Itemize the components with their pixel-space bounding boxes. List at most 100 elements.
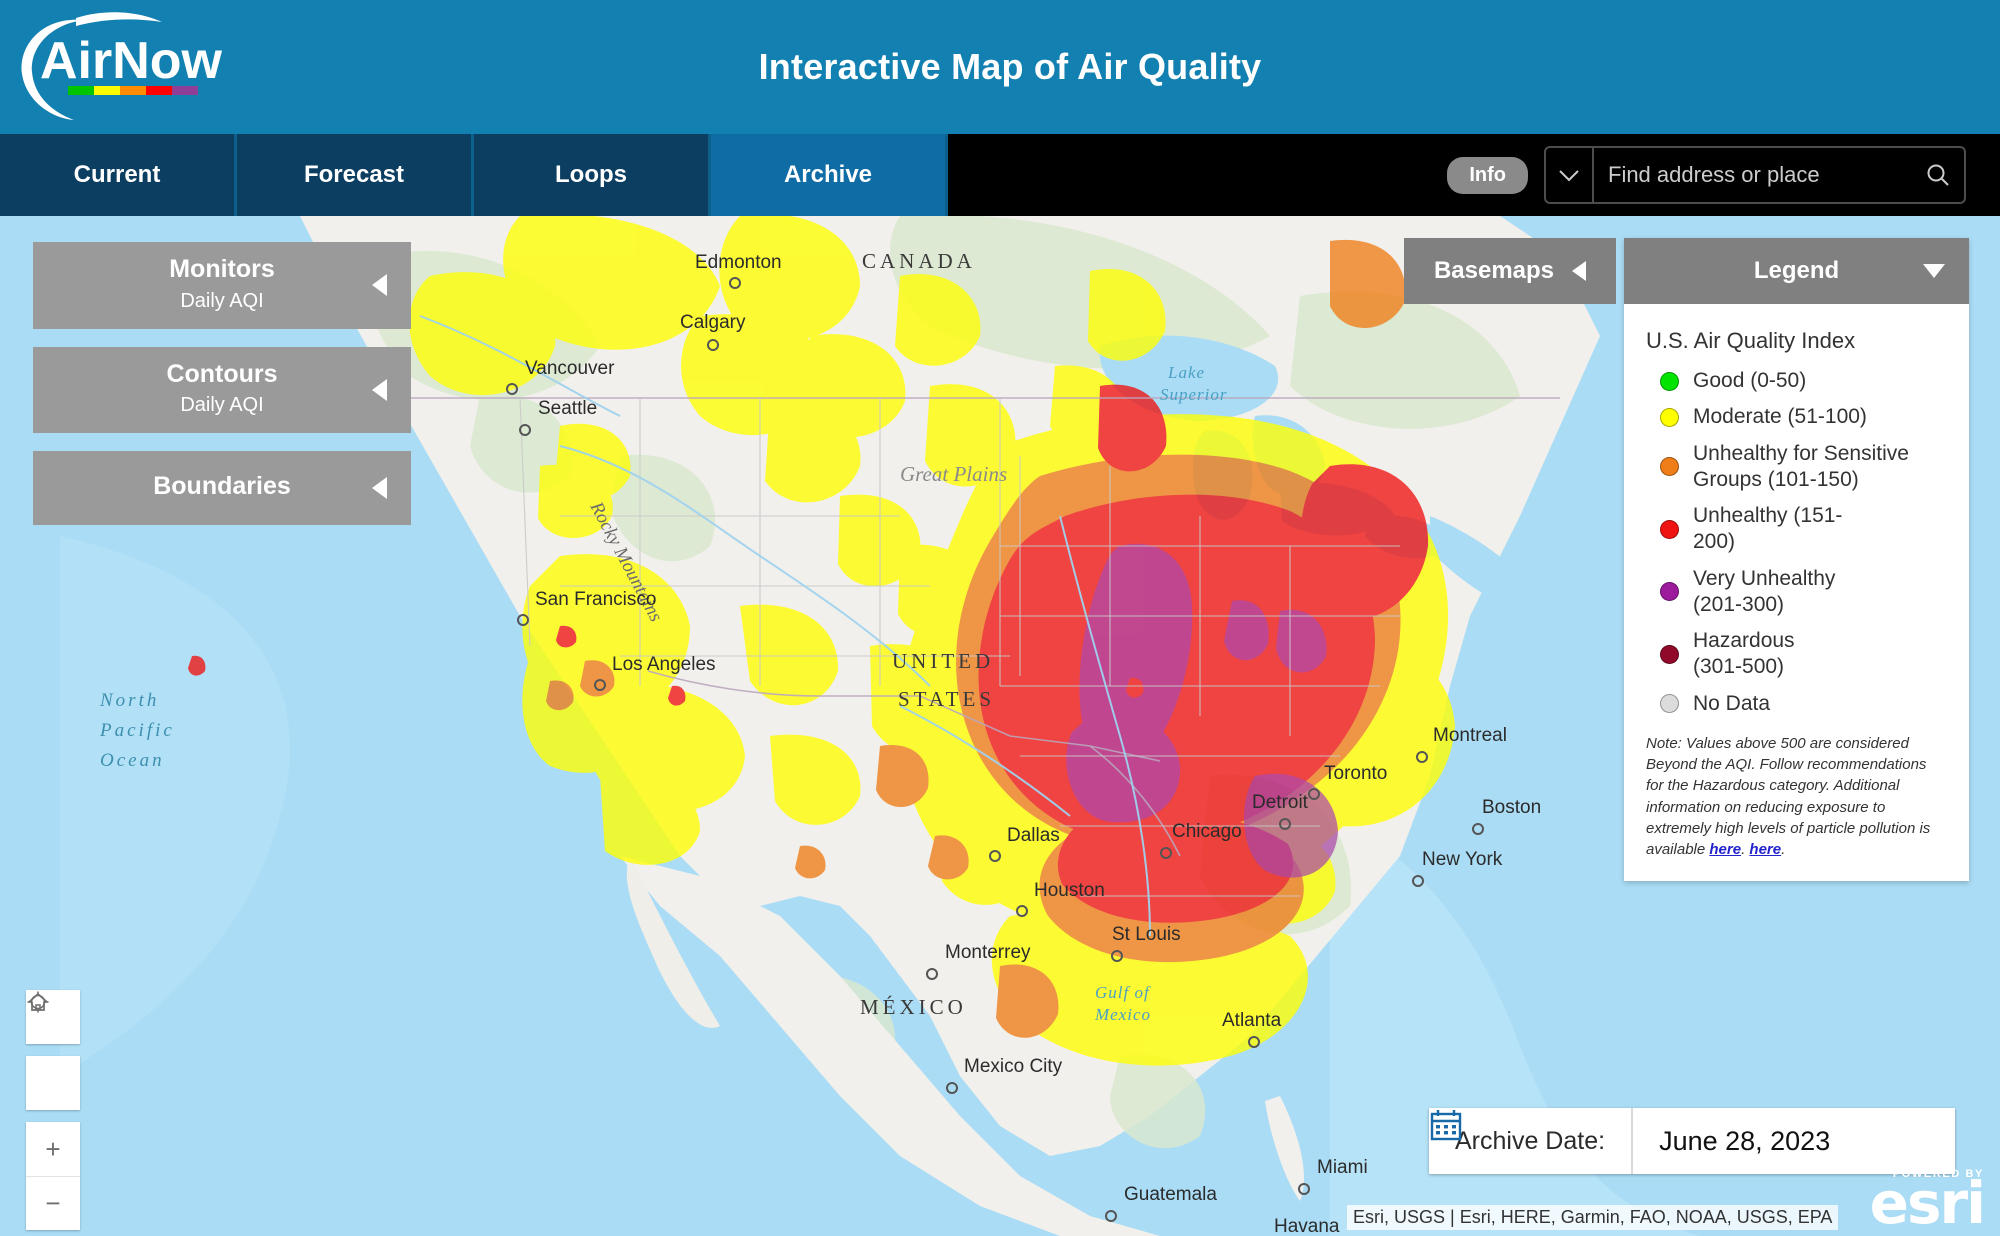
svg-text:STATES: STATES xyxy=(898,687,995,711)
svg-text:UNITED: UNITED xyxy=(892,649,994,673)
tab-archive[interactable]: Archive xyxy=(711,134,948,216)
map-attribution: Esri, USGS | Esri, HERE, Garmin, FAO, NO… xyxy=(1347,1205,1839,1230)
caret-left-icon[interactable] xyxy=(372,378,387,401)
svg-text:Pacific: Pacific xyxy=(99,720,175,741)
zoom-out-icon[interactable]: − xyxy=(26,1176,80,1230)
svg-text:Edmonton: Edmonton xyxy=(695,252,782,273)
boundaries-panel-title: Boundaries xyxy=(153,472,291,500)
legend-item-good: Good (0-50) xyxy=(1646,368,1947,394)
svg-text:Monterrey: Monterrey xyxy=(945,942,1031,963)
legend-label-very-unhealthy: Very Unhealthy (201-300) xyxy=(1693,566,1836,616)
archive-date-field[interactable]: June 28, 2023 xyxy=(1430,1108,1955,1174)
svg-text:Lake: Lake xyxy=(1167,363,1205,382)
legend-label-good: Good (0-50) xyxy=(1693,369,1807,392)
info-button[interactable]: Info xyxy=(1447,156,1528,194)
svg-text:Calgary: Calgary xyxy=(680,312,746,333)
contours-panel-title: Contours xyxy=(166,359,278,388)
svg-text:Guatemala: Guatemala xyxy=(1124,1184,1217,1205)
svg-text:Dallas: Dallas xyxy=(1007,825,1060,846)
home-icon[interactable] xyxy=(26,992,80,1110)
svg-text:North: North xyxy=(99,690,159,711)
aqi-color-bar xyxy=(68,86,198,95)
svg-text:Boston: Boston xyxy=(1482,797,1541,818)
basemaps-button[interactable]: Basemaps xyxy=(1404,238,1616,304)
main-navigation: Current Forecast Loops Archive Info xyxy=(0,134,2000,216)
aqi-dot-hazardous xyxy=(1660,644,1679,664)
map-canvas[interactable]: CANADA UNITED STATES MÉXICO CUBA Rocky M… xyxy=(0,216,2000,1236)
tab-current[interactable]: Current xyxy=(0,134,237,216)
monitors-panel-subtitle: Daily AQI xyxy=(180,289,264,312)
legend-item-hazardous: Hazardous (301-500) xyxy=(1646,628,1947,681)
caret-down-icon[interactable] xyxy=(1923,264,1945,278)
caret-left-icon[interactable] xyxy=(372,476,387,499)
svg-text:MÉXICO: MÉXICO xyxy=(860,995,967,1019)
nav-right-group: Info xyxy=(1447,134,2000,216)
svg-text:Ocean: Ocean xyxy=(100,750,165,771)
archive-date-bar: Archive Date: June 28, 2023 xyxy=(1429,1108,1956,1174)
svg-text:Mexico City: Mexico City xyxy=(964,1056,1063,1077)
map-controls: + − xyxy=(26,990,80,1236)
chevron-down-icon[interactable] xyxy=(1546,148,1594,202)
svg-text:CANADA: CANADA xyxy=(862,249,976,273)
legend-title: U.S. Air Quality Index xyxy=(1646,328,1856,353)
legend-label-hazardous: Hazardous (301-500) xyxy=(1693,629,1795,679)
esri-wordmark: esri xyxy=(1869,1169,1986,1236)
svg-text:Seattle: Seattle xyxy=(538,398,597,419)
caret-left-icon[interactable] xyxy=(1572,261,1587,281)
legend-item-moderate: Moderate (51-100) xyxy=(1646,404,1947,430)
svg-text:Miami: Miami xyxy=(1317,1157,1368,1178)
legend-header-label: Legend xyxy=(1753,257,1840,284)
svg-text:Havana: Havana xyxy=(1274,1216,1340,1236)
search-icon[interactable] xyxy=(1912,162,1964,188)
legend-note-link-2[interactable]: here xyxy=(1749,841,1781,858)
legend-body: U.S. Air Quality Index Good (0-50) Moder… xyxy=(1624,304,1969,881)
svg-text:Los Angeles: Los Angeles xyxy=(612,654,716,675)
contours-panel-subtitle: Daily AQI xyxy=(180,394,264,416)
svg-text:Vancouver: Vancouver xyxy=(525,358,615,379)
aqi-dot-good xyxy=(1660,371,1679,391)
home-group xyxy=(26,992,80,1110)
svg-text:St Louis: St Louis xyxy=(1112,924,1181,945)
legend-note: Note: Values above 500 are considered Be… xyxy=(1646,733,1947,861)
legend-item-unhealthy: Unhealthy (151-200) xyxy=(1646,503,1947,556)
airnow-logo[interactable]: AirNow xyxy=(12,6,242,128)
tab-loops[interactable]: Loops xyxy=(474,134,711,216)
legend-note-suffix: . xyxy=(1781,841,1786,859)
monitors-panel-title: Monitors xyxy=(169,255,275,283)
zoom-group: + − xyxy=(26,1122,80,1230)
legend-label-moderate: Moderate (51-100) xyxy=(1693,405,1867,429)
legend-note-text: Note: Values above 500 are considered Be… xyxy=(1646,734,1931,859)
caret-left-icon[interactable] xyxy=(372,274,387,297)
svg-text:Detroit: Detroit xyxy=(1252,792,1309,813)
svg-text:New York: New York xyxy=(1422,849,1503,870)
esri-logo: POWERED BY esri xyxy=(1848,1168,1986,1232)
legend-label-unhealthy: Unhealthy (151-200) xyxy=(1693,504,1843,554)
svg-text:Mexico: Mexico xyxy=(1094,1005,1151,1024)
svg-text:Atlanta: Atlanta xyxy=(1222,1010,1282,1031)
aqi-dot-moderate xyxy=(1660,407,1679,427)
monitors-panel-button[interactable]: Monitors Daily AQI xyxy=(33,242,411,329)
zoom-in-icon[interactable]: + xyxy=(26,1122,80,1176)
svg-text:Toronto: Toronto xyxy=(1324,763,1387,784)
boundaries-panel-button[interactable]: Boundaries xyxy=(33,451,411,525)
legend-item-usg: Unhealthy for Sensitive Groups (101-150) xyxy=(1646,441,1947,494)
svg-text:Montreal: Montreal xyxy=(1433,725,1507,746)
legend-label-usg: Unhealthy for Sensitive Groups (101-150) xyxy=(1693,441,1909,491)
svg-text:Gulf of: Gulf of xyxy=(1095,983,1151,1002)
tab-forecast[interactable]: Forecast xyxy=(237,134,474,216)
search-input[interactable] xyxy=(1594,162,1912,188)
legend-label-no-data: No Data xyxy=(1693,691,1771,715)
airnow-interactive-map-page: Interactive Map of Air Quality AirNow Cu… xyxy=(0,0,2000,1236)
legend-header[interactable]: Legend xyxy=(1624,238,1969,304)
svg-text:Superior: Superior xyxy=(1160,385,1228,404)
search-box xyxy=(1544,146,1966,204)
aqi-dot-usg xyxy=(1660,457,1679,477)
aqi-dot-unhealthy xyxy=(1660,519,1679,539)
svg-text:San Francisco: San Francisco xyxy=(535,589,656,610)
legend-note-link-1[interactable]: here xyxy=(1709,841,1741,858)
svg-text:Houston: Houston xyxy=(1034,880,1105,901)
app-header: Interactive Map of Air Quality AirNow xyxy=(0,0,2000,134)
legend-item-no-data: No Data xyxy=(1646,691,1947,717)
contours-panel-button[interactable]: Contours Daily AQI xyxy=(33,346,411,433)
